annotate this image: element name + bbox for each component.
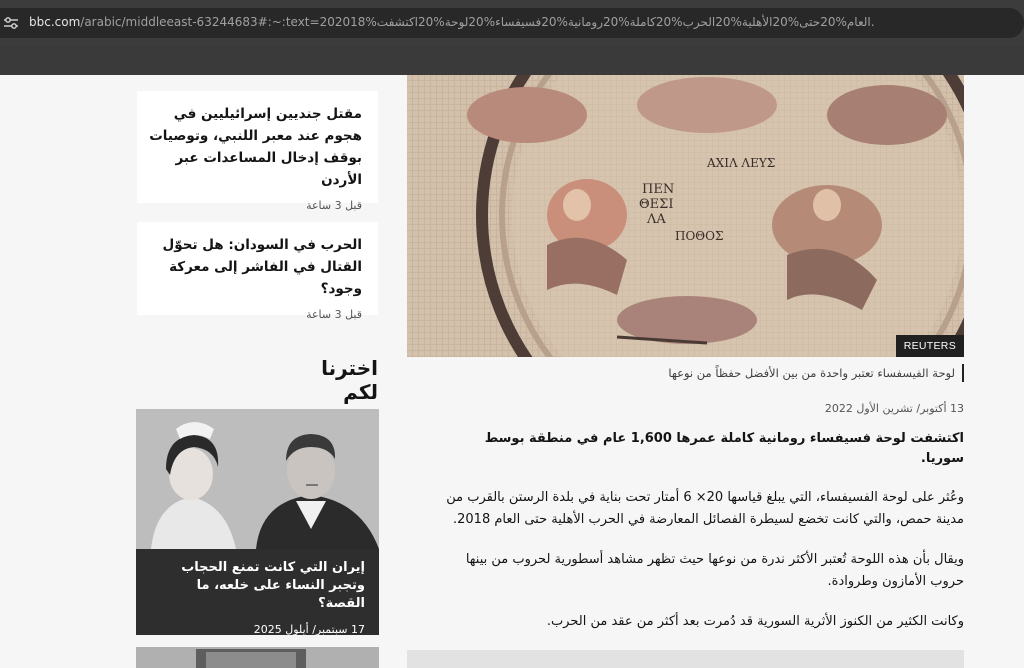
article-lead: اكتشفت لوحة فسيفساء رومانية كاملة عمرها …: [484, 431, 964, 466]
article-paragraph: ويقال بأن هذه اللوحة تُعتبر الأكثر ندرة …: [465, 552, 964, 589]
promo-date: 17 سبتمبر/ أيلول 2025: [253, 623, 365, 635]
svg-text:ΛΑ: ΛΑ: [646, 212, 666, 227]
article-paragraph: وعُثر على لوحة الفسيفساء، التي يبلغ قياس…: [446, 490, 964, 527]
site-settings-icon[interactable]: [4, 17, 18, 29]
promo-card-next[interactable]: [136, 647, 379, 668]
image-credit: REUTERS: [895, 335, 964, 357]
news-card[interactable]: مقتل جنديين إسرائيليين في هجوم عند معبر …: [137, 91, 378, 212]
page-content: مقتل جنديين إسرائيليين في هجوم عند معبر …: [0, 75, 1024, 668]
news-card-time: قبل 3 ساعة: [306, 308, 362, 321]
svg-text:ΑΧΙΛ ΛΕΥΣ: ΑΧΙΛ ΛΕΥΣ: [706, 156, 775, 170]
promo-card[interactable]: إيران التي كانت تمنع الحجاب وتجبر النساء…: [136, 409, 379, 635]
promo-title[interactable]: إيران التي كانت تمنع الحجاب وتجبر النساء…: [150, 559, 365, 613]
article-date: 13 أكتوبر/ تشرين الأول 2022: [824, 402, 964, 415]
browser-toolbar: bbc.com/arabic/middleeast-63244683#:~:te…: [0, 0, 1024, 46]
url-text[interactable]: bbc.com/arabic/middleeast-63244683#:~:te…: [29, 15, 875, 29]
news-card-title[interactable]: مقتل جنديين إسرائيليين في هجوم عند معبر …: [149, 103, 362, 191]
url-path: /arabic/middleeast-63244683#:~:text=2020…: [80, 15, 875, 29]
promo-photo: [136, 647, 379, 668]
address-bar[interactable]: bbc.com/arabic/middleeast-63244683#:~:te…: [0, 8, 1024, 38]
embedded-media-placeholder: [407, 650, 964, 668]
news-card-time: قبل 3 ساعة: [306, 199, 362, 212]
article-paragraph: وكانت الكثير من الكنوز الأثرية السورية ق…: [546, 614, 964, 629]
svg-text:ΘΕΣΙ: ΘΕΣΙ: [639, 197, 673, 212]
news-card-title[interactable]: الحرب في السودان: هل تحوّل القتال في الف…: [149, 234, 362, 300]
mosaic-illustration: ΠΕΝ ΘΕΣΙ ΛΑ ΠΟΘΟΣ ΑΧΙΛ ΛΕΥΣ: [407, 75, 964, 357]
news-card[interactable]: الحرب في السودان: هل تحوّل القتال في الف…: [137, 222, 378, 321]
section-heading: اخترنا لكم: [321, 356, 378, 404]
svg-text:ΠΟΘΟΣ: ΠΟΘΟΣ: [675, 229, 723, 243]
promo-caption: إيران التي كانت تمنع الحجاب وتجبر النساء…: [136, 549, 379, 635]
hero-image: ΠΕΝ ΘΕΣΙ ΛΑ ΠΟΘΟΣ ΑΧΙΛ ΛΕΥΣ REUTERS: [407, 75, 964, 357]
svg-text:ΠΕΝ: ΠΕΝ: [642, 182, 674, 197]
article-body: 13 أكتوبر/ تشرين الأول 2022 اكتشفت لوحة …: [440, 402, 964, 633]
browser-chrome-strip: [0, 46, 1024, 75]
image-caption: لوحة الفيسفساء تعتبر واحدة من بين الأفضل…: [620, 364, 964, 382]
promo-photo: [136, 409, 379, 549]
url-host: bbc.com: [29, 15, 81, 29]
